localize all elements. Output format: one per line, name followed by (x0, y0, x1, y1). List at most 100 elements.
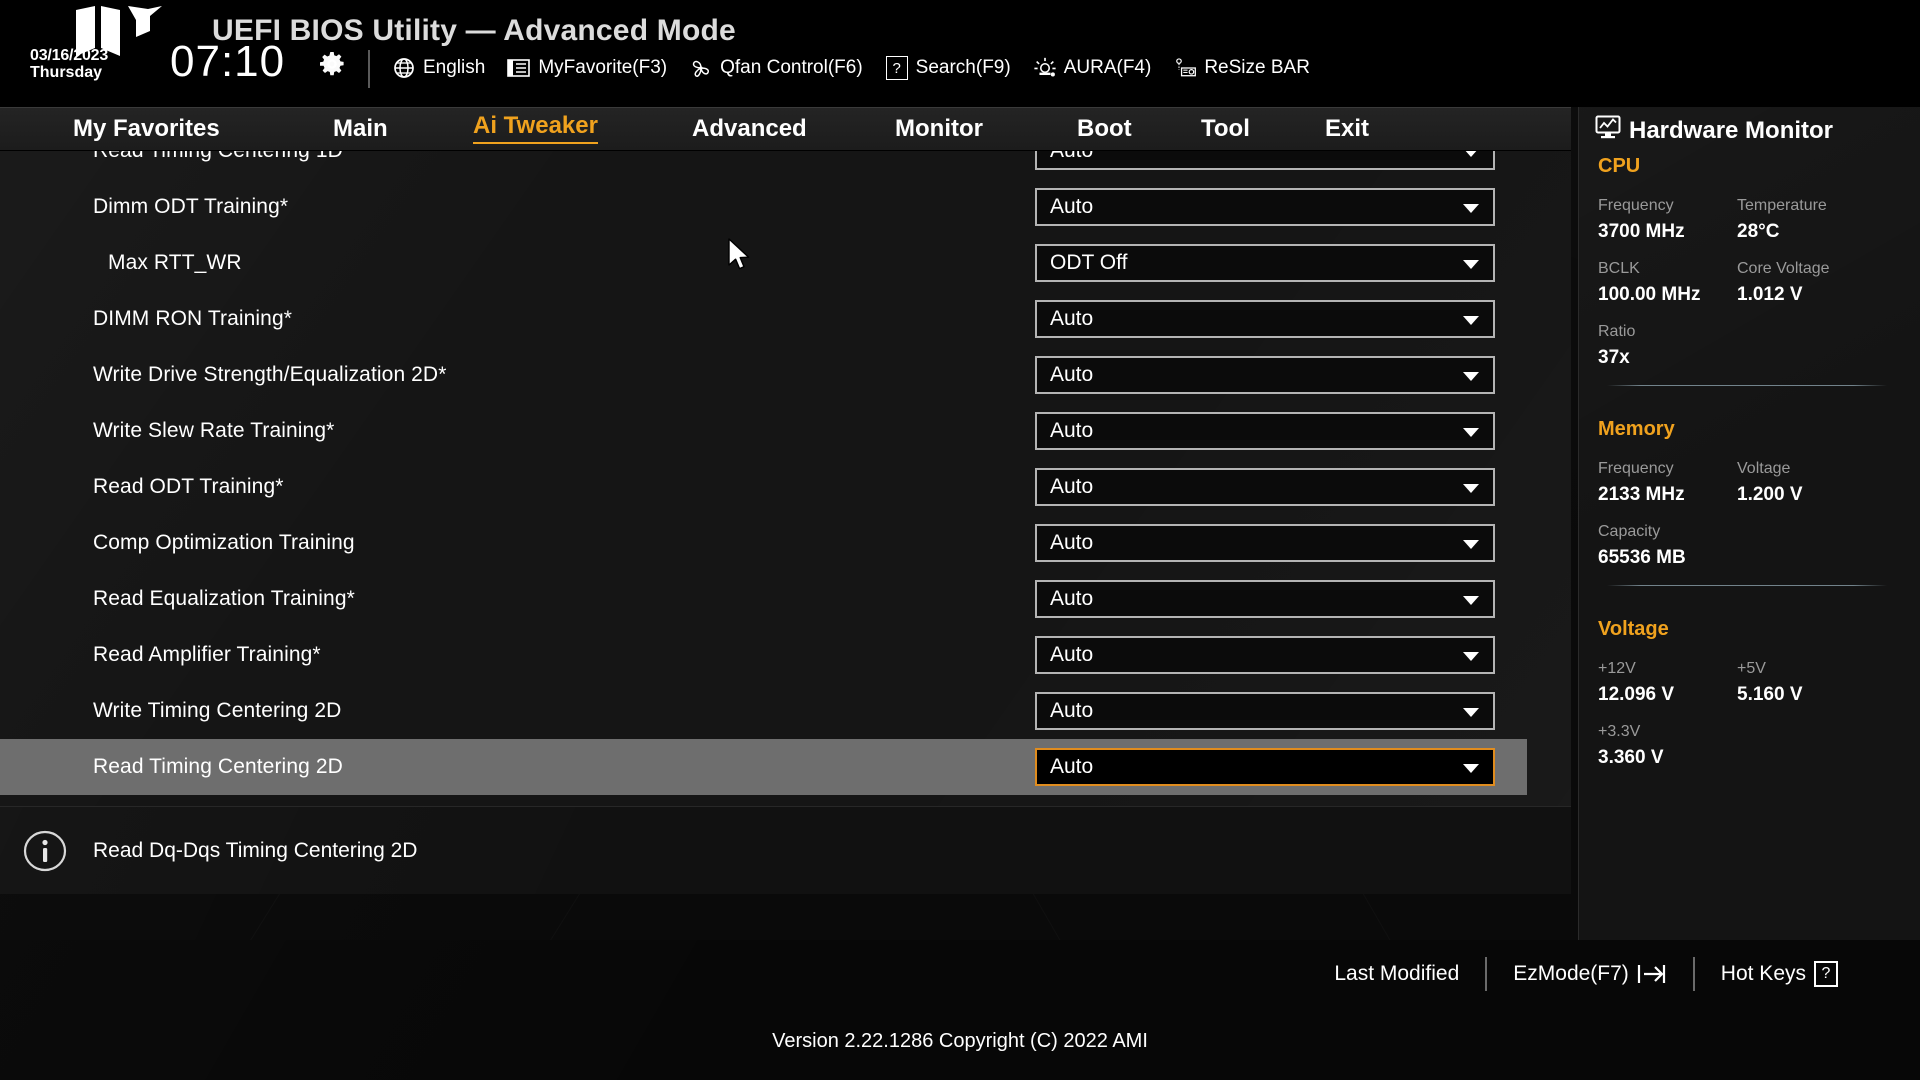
qfan-control-button[interactable]: Qfan Control(F6) (689, 56, 863, 80)
settings-row[interactable]: Write Drive Strength/Equalization 2D* Aut… (0, 347, 1571, 403)
hw-metric-value: 28°C (1737, 221, 1780, 242)
settings-dropdown-value: Auto (1050, 195, 1094, 218)
settings-row-label: DIMM RON Training* (93, 307, 293, 330)
nav-tab-ai-tweaker[interactable]: Ai Tweaker (473, 114, 598, 144)
settings-row[interactable]: Max RTT_WR ODT Off (0, 235, 1571, 291)
hw-section-divider (1607, 585, 1887, 586)
settings-dropdown[interactable]: Auto (1035, 692, 1495, 730)
settings-dropdown[interactable]: Auto (1035, 151, 1495, 170)
hw-metric: Frequency 3700 MHz (1598, 194, 1685, 246)
settings-row[interactable]: Read ODT Training* Auto (0, 459, 1571, 515)
hw-metric: +3.3V 3.360 V (1598, 720, 1664, 772)
enter-arrow-icon (1637, 962, 1667, 986)
hw-metric-value: 1.012 V (1737, 284, 1803, 305)
hw-section-divider (1607, 385, 1887, 386)
main-navigation: My Favorites Main Ai Tweaker Advanced Monito… (0, 107, 1571, 151)
last-modified-button[interactable]: Last Modified (1308, 962, 1485, 986)
chevron-down-icon (1463, 316, 1479, 325)
nav-tab-exit[interactable]: Exit (1325, 117, 1369, 141)
settings-dropdown[interactable]: Auto (1035, 580, 1495, 618)
hw-metric-value: 1.200 V (1737, 484, 1803, 505)
settings-row[interactable]: Read Amplifier Training* Auto (0, 627, 1571, 683)
hw-metric-key: +12V (1598, 660, 1636, 677)
settings-panel: Read Timing Centering 1DAutoDimm ODT Tra… (0, 151, 1571, 806)
hw-metric-value: 2133 MHz (1598, 484, 1685, 505)
settings-row-label: Max RTT_WR (108, 251, 242, 274)
chevron-down-icon (1463, 204, 1479, 213)
question-box-icon: ? (885, 56, 909, 80)
nav-tab-boot[interactable]: Boot (1077, 117, 1132, 141)
settings-dropdown[interactable]: ODT Off (1035, 244, 1495, 282)
chevron-down-icon (1463, 260, 1479, 269)
resize-bar-button[interactable]: ReSize BAR (1173, 56, 1310, 80)
clock-value: 07:10 (170, 37, 286, 86)
ezmode-button[interactable]: EzMode(F7) (1487, 962, 1693, 986)
globe-icon (392, 56, 416, 80)
favorites-list-icon (507, 56, 531, 80)
nav-tab-tool[interactable]: Tool (1201, 117, 1250, 141)
language-button[interactable]: English (392, 56, 485, 80)
hw-section-memory: Memory (1598, 418, 1675, 440)
settings-dropdown[interactable]: Auto (1035, 468, 1495, 506)
settings-dropdown[interactable]: Auto (1035, 356, 1495, 394)
nav-tab-label: Tool (1201, 115, 1250, 142)
footer-bar: Last Modified EzMode(F7) Hot Keys ? Vers… (0, 940, 1920, 1080)
settings-row-label: Write Timing Centering 2D (93, 699, 342, 722)
version-text: Version 2.22.1286 Copyright (C) 2022 AMI (772, 1030, 1148, 1052)
settings-row[interactable]: Dimm ODT Training* Auto (0, 179, 1571, 235)
hw-metric: Capacity 65536 MB (1598, 520, 1686, 572)
settings-dropdown[interactable]: Auto (1035, 636, 1495, 674)
hw-section-cpu: CPU (1598, 155, 1641, 177)
weekday-value: Thursday (30, 63, 103, 81)
settings-dropdown[interactable]: Auto (1035, 524, 1495, 562)
settings-row[interactable]: DIMM RON Training* Auto (0, 291, 1571, 347)
settings-dropdown-value: Auto (1050, 755, 1094, 778)
nav-tab-advanced[interactable]: Advanced (692, 117, 807, 141)
settings-row-label: Read Timing Centering 1D (93, 151, 343, 163)
resize-bar-label: ReSize BAR (1204, 57, 1310, 78)
hw-metric: Voltage 1.200 V (1737, 457, 1803, 509)
gear-icon[interactable] (320, 52, 344, 76)
aura-button[interactable]: AURA(F4) (1033, 56, 1151, 80)
settings-dropdown[interactable]: Auto (1035, 188, 1495, 226)
settings-dropdown-value: Auto (1050, 151, 1093, 163)
settings-row[interactable]: Read Timing Centering 1D Auto (0, 151, 1571, 179)
settings-dropdown[interactable]: Auto (1035, 412, 1495, 450)
hw-metric-key: Capacity (1598, 523, 1661, 540)
chevron-down-icon (1463, 428, 1479, 437)
settings-row[interactable]: Comp Optimization Training Auto (0, 515, 1571, 571)
language-label: English (423, 57, 486, 78)
settings-row-label: Read Equalization Training* (93, 587, 355, 610)
chevron-down-icon (1463, 652, 1479, 661)
info-circle-icon (23, 830, 67, 871)
hw-metric-key: Voltage (1737, 460, 1791, 477)
settings-row-label: Read Amplifier Training* (93, 643, 321, 666)
chevron-down-icon (1463, 372, 1479, 381)
nav-tab-my-favorites[interactable]: My Favorites (73, 117, 220, 141)
settings-row[interactable]: Read Equalization Training* Auto (0, 571, 1571, 627)
hw-metric: Ratio 37x (1598, 320, 1635, 372)
settings-row[interactable]: Write Slew Rate Training* Auto (0, 403, 1571, 459)
chevron-down-icon (1463, 540, 1479, 549)
myfavorite-label: MyFavorite(F3) (538, 57, 668, 78)
search-button[interactable]: ? Search(F9) (885, 56, 1011, 80)
settings-dropdown[interactable]: Auto (1035, 748, 1495, 786)
settings-dropdown[interactable]: Auto (1035, 300, 1495, 338)
settings-row-label: Write Drive Strength/Equalization 2D* (93, 363, 447, 386)
last-modified-label: Last Modified (1334, 962, 1460, 985)
page-title: UEFI BIOS Utility — Advanced Mode (212, 14, 736, 47)
hot-keys-button[interactable]: Hot Keys ? (1695, 961, 1864, 987)
monitor-chart-icon (1595, 115, 1621, 146)
hw-section-voltage: Voltage (1598, 618, 1669, 640)
nav-tab-main[interactable]: Main (333, 117, 388, 141)
header-toolbar: English MyFavorite(F3) Qfan Control(F6) … (392, 52, 1310, 84)
settings-row-label: Read Timing Centering 2D (93, 755, 343, 778)
resize-bar-icon (1173, 56, 1197, 80)
date-display: 03/16/2023 Thursday (30, 47, 160, 82)
settings-row-selected[interactable]: Read Timing Centering 2D Auto (0, 739, 1527, 795)
settings-row-label: Dimm ODT Training* (93, 195, 289, 218)
settings-row[interactable]: Write Timing Centering 2D Auto (0, 683, 1571, 739)
nav-tab-monitor[interactable]: Monitor (895, 117, 983, 141)
question-box-icon: ? (1814, 961, 1838, 987)
myfavorite-button[interactable]: MyFavorite(F3) (507, 56, 667, 80)
